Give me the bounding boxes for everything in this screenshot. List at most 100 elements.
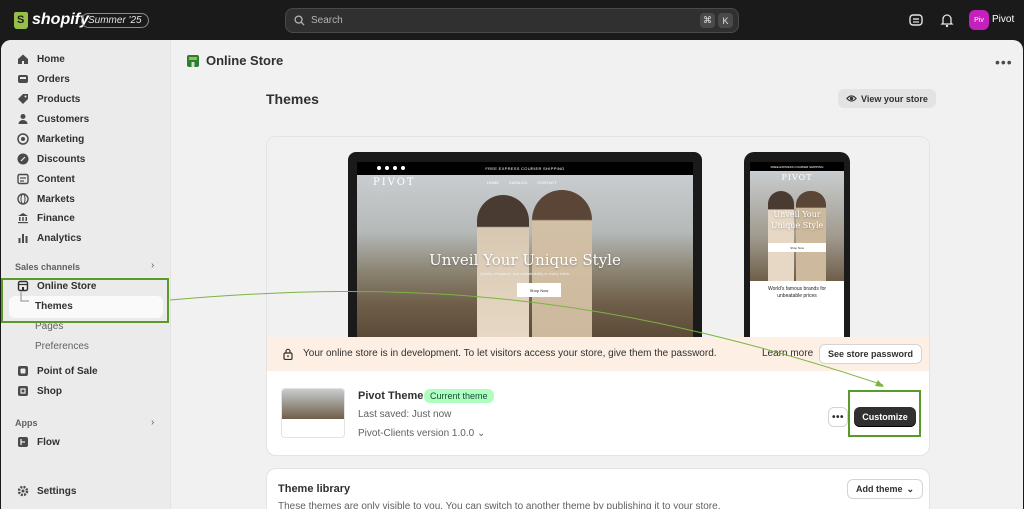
more-actions-icon[interactable]: •••	[995, 54, 1013, 70]
add-theme-button[interactable]: Add theme ⌄	[847, 479, 924, 499]
sidebar-item-flow[interactable]: Flow	[9, 432, 163, 452]
shop-icon	[18, 386, 28, 396]
banner-text: Your online store is in development. To …	[303, 348, 717, 359]
mobile-hero-image: PIVOT Unveil Your Unique Style Shop Now	[750, 171, 844, 281]
mobile-preview: FREE EXPRESS COURIER SHIPPING PIVOT Unve…	[744, 152, 850, 337]
sidebar-item-label: Flow	[37, 436, 60, 448]
eye-icon	[846, 95, 857, 102]
chevron-right-icon[interactable]: ›	[151, 260, 154, 271]
preview-nav-link: HOME	[487, 180, 499, 185]
sales-channels-label: Sales channels	[15, 262, 81, 272]
apps-label: Apps	[15, 418, 38, 428]
sidebar-item-shop[interactable]: Shop	[9, 381, 163, 401]
hero-subheading: Quality, elegance, and sustainability in…	[479, 271, 571, 276]
last-saved-text: Last saved: Just now	[358, 409, 452, 420]
sidebar-item-products[interactable]: Products	[9, 89, 163, 109]
sidebar-item-point-of-sale[interactable]: Point of Sale	[9, 361, 163, 381]
search-input[interactable]: Search ⌘ K	[285, 8, 739, 33]
sidebar-item-settings[interactable]: Settings	[9, 481, 163, 501]
annotation-highlight-customize	[848, 390, 921, 437]
sidebar-item-label: Marketing	[37, 133, 85, 145]
sidebar: Home Orders Products Customers Marketing…	[1, 40, 171, 509]
sidebar-item-content[interactable]: Content	[9, 169, 163, 189]
desktop-preview: FREE EXPRESS COURIER SHIPPING PIVOT HOME…	[348, 152, 702, 337]
tag-icon	[18, 94, 28, 104]
sidebar-item-label: Analytics	[37, 232, 82, 244]
theme-name: Pivot Theme	[358, 390, 424, 402]
theme-actions-button[interactable]: •••	[828, 407, 848, 427]
sidebar-item-markets[interactable]: Markets	[9, 189, 163, 209]
bank-icon	[18, 213, 28, 224]
sidebar-item-home[interactable]: Home	[9, 49, 163, 69]
sidebar-item-orders[interactable]: Orders	[9, 69, 163, 89]
mobile-screen: FREE EXPRESS COURIER SHIPPING PIVOT Unve…	[750, 162, 844, 337]
page-title: Themes	[266, 91, 319, 107]
sidebar-item-label: Content	[37, 173, 75, 185]
sidebar-item-label: Customers	[37, 113, 90, 125]
shortcut-key-cmd: ⌘	[700, 13, 715, 28]
chevron-down-icon: ⌄	[476, 428, 486, 439]
view-store-label: View your store	[861, 93, 928, 104]
page-header: Online Store	[186, 53, 283, 68]
preview-nav-link: CATALOG	[509, 180, 528, 185]
sidekick-icon[interactable]	[908, 12, 924, 28]
sidebar-item-finance[interactable]: Finance	[9, 208, 163, 228]
lock-icon	[283, 348, 293, 360]
sidebar-item-label: Shop	[37, 385, 62, 397]
current-theme-badge: Current theme	[424, 389, 494, 403]
sidebar-item-analytics[interactable]: Analytics	[9, 228, 163, 248]
chevron-right-icon[interactable]: ›	[151, 417, 154, 428]
sidebar-item-label: Point of Sale	[37, 365, 98, 377]
search-placeholder: Search	[311, 15, 343, 26]
see-password-button[interactable]: See store password	[819, 344, 923, 364]
theme-library-card: Theme library These themes are only visi…	[266, 468, 930, 509]
store-name[interactable]: Pivot	[992, 14, 1014, 25]
view-store-button[interactable]: View your store	[838, 89, 936, 108]
sidebar-item-label: Products	[37, 93, 81, 105]
current-theme-card: FREE EXPRESS COURIER SHIPPING PIVOT HOME…	[266, 136, 930, 456]
search-icon	[294, 15, 305, 26]
development-banner: Your online store is in development. To …	[267, 337, 929, 371]
sidebar-item-customers[interactable]: Customers	[9, 109, 163, 129]
sidebar-item-label: Markets	[37, 193, 75, 205]
preview-brand-logo: PIVOT	[373, 177, 416, 188]
sidebar-item-label: Finance	[37, 212, 75, 224]
globe-icon	[17, 193, 29, 205]
theme-library-description: These themes are only visible to you. Yo…	[278, 501, 721, 509]
mobile-announcement-bar: FREE EXPRESS COURIER SHIPPING	[750, 162, 844, 171]
sidebar-item-marketing[interactable]: Marketing	[9, 129, 163, 149]
chevron-down-icon: ⌄	[906, 483, 915, 494]
shortcut-key-k: K	[718, 13, 733, 28]
hero-heading: Unveil Your Unique Style	[429, 251, 621, 269]
discount-icon	[17, 153, 29, 165]
announcement-text: FREE EXPRESS COURIER SHIPPING	[485, 166, 565, 171]
theme-version-dropdown[interactable]: Pivot-Clients version 1.0.0 ⌄	[358, 428, 485, 439]
chart-icon	[18, 234, 28, 243]
store-avatar[interactable]: Piv	[969, 10, 989, 30]
gear-icon	[17, 485, 29, 497]
learn-more-link[interactable]: Learn more	[762, 348, 813, 359]
social-icons	[377, 166, 405, 170]
shopify-bag-icon	[14, 11, 28, 29]
hero-shop-button: Shop Now	[517, 283, 561, 297]
desktop-screen: FREE EXPRESS COURIER SHIPPING PIVOT HOME…	[357, 162, 693, 337]
preview-nav: HOME CATALOG CONTACT	[487, 180, 557, 185]
bell-icon[interactable]	[939, 12, 955, 28]
hero-image: PIVOT HOME CATALOG CONTACT Unveil Your U…	[357, 175, 693, 337]
preview-nav-link: CONTACT	[537, 180, 557, 185]
mobile-shop-button: Shop Now	[768, 243, 826, 252]
theme-library-title: Theme library	[278, 483, 351, 495]
pos-icon	[18, 366, 28, 376]
current-theme-row: Pivot Theme Current theme Last saved: Ju…	[267, 371, 929, 455]
theme-thumbnail[interactable]	[281, 388, 345, 438]
online-store-icon	[187, 54, 199, 67]
content-icon	[17, 173, 29, 185]
shopify-logo[interactable]: shopify	[14, 11, 89, 29]
theme-preview[interactable]: FREE EXPRESS COURIER SHIPPING PIVOT HOME…	[267, 137, 929, 337]
announcement-bar: FREE EXPRESS COURIER SHIPPING	[357, 162, 693, 175]
model-figure	[768, 191, 794, 281]
sidebar-item-discounts[interactable]: Discounts	[9, 149, 163, 169]
home-icon	[18, 54, 28, 64]
sidebar-subitem-preferences[interactable]: Preferences	[35, 341, 89, 352]
mobile-caption: World's famous brands for unbeatable pri…	[767, 286, 827, 299]
